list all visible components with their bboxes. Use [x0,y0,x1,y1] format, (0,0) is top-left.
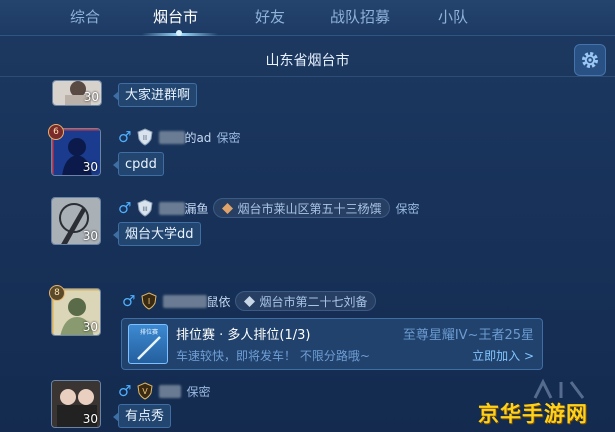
male-icon: ♂ [118,199,132,217]
gender-privacy: 保密 [216,130,241,145]
svg-text:I: I [148,297,150,306]
blurred-name [163,294,208,308]
blurred-name [159,201,186,215]
level-number: 30 [82,412,98,426]
shield-icon: II [137,128,154,146]
svg-text:III: III [143,206,149,213]
shield-icon: I [141,292,158,310]
level-number: 30 [82,320,98,334]
location-text: 烟台市莱山区第五十三杨馔 [237,201,382,216]
sender-name[interactable]: 鼠依 [206,293,230,310]
tab-yantai-city[interactable]: 烟台市 [153,6,198,27]
tab-squad[interactable]: 小队 [438,6,468,27]
male-icon: ♂ [118,128,132,146]
location-text: 烟台市第二十七刘备 [259,294,368,309]
tab-friends[interactable]: 好友 [255,6,285,27]
level-number: 30 [83,90,99,104]
male-icon: ♂ [118,382,132,400]
location-tag: 烟台市莱山区第五十三杨馔 [213,198,391,218]
shield-icon: III [137,199,154,217]
level-number: 30 [82,160,98,174]
svg-text:II: II [143,134,147,142]
sender-name[interactable]: 的ad [184,129,211,146]
ranked-match-invite-card[interactable]: 排位赛 排位赛 · 多人排位(1/3) 至尊星耀IV~王者25星 车速较快，即将… [121,318,543,370]
watermark-text: 京华手游网 [478,402,588,426]
male-icon: ♂ [122,292,136,310]
sender-info: ♂ III 漏鱼 烟台市莱山区第五十三杨馔 保密 [118,198,420,218]
svg-text:V: V [143,387,149,396]
invite-rank-range: 至尊星耀IV~王者25星 [402,328,534,343]
avatar[interactable]: 30 [51,380,101,428]
location-rank-icon [222,202,234,214]
svg-text:排位赛: 排位赛 [140,328,158,336]
blurred-name [159,130,186,144]
header-divider [0,76,615,77]
sender-name[interactable]: 漏鱼 [184,200,208,217]
rank-badge: 8 [49,285,65,301]
tab-general[interactable]: 综合 [70,6,100,27]
invite-description: 车速较快，即将发车！ 不限分路哦~ [176,349,370,363]
avatar[interactable]: 30 [51,197,101,245]
tab-team-recruit[interactable]: 战队招募 [330,6,390,27]
channel-tab-bar: 综合 烟台市 好友 战队招募 小队 [0,0,615,36]
join-now-button[interactable]: 立即加入 > [472,347,534,364]
avatar[interactable]: 30 [52,80,102,106]
shield-icon: V [137,382,154,400]
chat-bubble[interactable]: cpdd [113,152,164,176]
location-tag: 烟台市第二十七刘备 [235,291,377,311]
sender-info: ♂ I 鼠依 烟台市第二十七刘备 [122,291,377,311]
gear-icon [582,52,598,68]
sender-info: ♂ V 保密 [118,382,210,400]
chat-bubble[interactable]: 烟台大学dd [113,222,201,246]
level-number: 30 [82,229,98,243]
chat-bubble[interactable]: 大家进群啊 [112,83,198,107]
invite-title: 排位赛 · 多人排位(1/3) [176,328,311,343]
rank-badge: 6 [48,124,64,140]
settings-button[interactable] [574,44,606,76]
active-tab-dot [176,30,182,36]
gender-privacy: 保密 [186,384,211,399]
chat-bubble[interactable]: 有点秀 [112,404,172,428]
gender-privacy: 保密 [395,201,420,216]
location-rank-icon [244,295,256,307]
blurred-name [159,384,182,398]
sender-info: ♂ II 的ad 保密 [118,128,240,146]
ranked-mode-icon: 排位赛 [128,324,168,364]
room-title: 山东省烟台市 [265,53,350,69]
